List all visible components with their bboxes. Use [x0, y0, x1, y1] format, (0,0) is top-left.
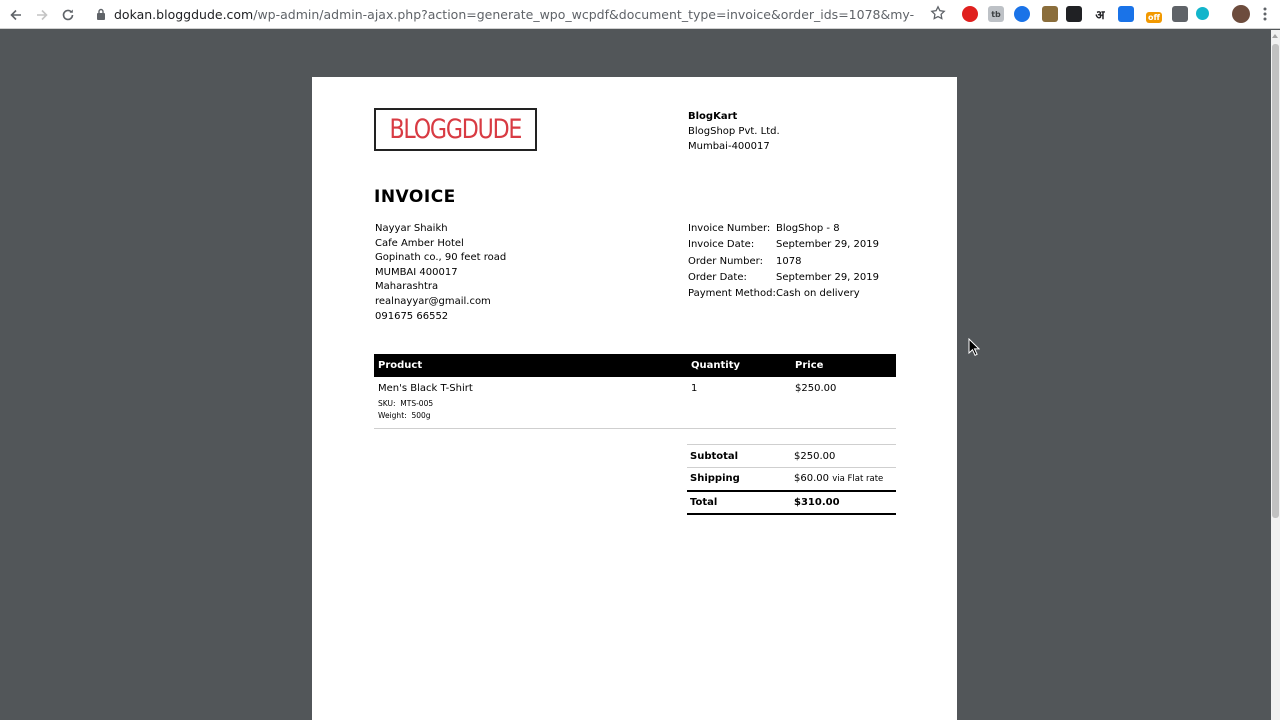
dropper-icon[interactable]: [1042, 6, 1058, 22]
billing-city: MUMBAI 400017: [375, 266, 458, 278]
browser-toolbar: dokan.bloggdude.com/wp-admin/admin-ajax.…: [0, 0, 1280, 29]
table-row: Men's Black T-Shirt SKU: MTS-005 Weight:…: [374, 377, 896, 429]
billing-company: Cafe Amber Hotel: [375, 237, 464, 249]
table-header-row: Product Quantity Price: [374, 354, 896, 377]
shop-name: BlogKart: [688, 111, 738, 122]
total-row: Total $310.00: [687, 489, 896, 515]
shipping-method: via Flat rate: [832, 474, 884, 485]
subtotal-row: Subtotal $250.00: [687, 444, 896, 468]
product-column-header: Product: [374, 354, 687, 377]
meta-value: September 29, 2019: [776, 271, 879, 283]
shipping-amount: $60.00: [794, 473, 829, 485]
bookmark-star-icon[interactable]: [930, 5, 946, 21]
payment-method-row: Payment Method: Cash on delivery: [688, 288, 879, 304]
item-meta: SKU: MTS-005 Weight: 500g: [378, 398, 683, 421]
flag-icon[interactable]: [1066, 6, 1082, 22]
billing-state: Maharashtra: [375, 281, 439, 293]
order-data: Invoice Number: BlogShop - 8 Invoice Date…: [688, 223, 879, 304]
tb-icon[interactable]: tb: [988, 6, 1004, 22]
address-bar[interactable]: dokan.bloggdude.com/wp-admin/admin-ajax.…: [86, 3, 952, 26]
page-scrollbar[interactable]: [1271, 30, 1280, 720]
document-title: INVOICE: [374, 187, 456, 207]
quantity-cell: 1: [687, 377, 791, 429]
globe-icon[interactable]: [1014, 6, 1030, 22]
total-value: $310.00: [791, 489, 896, 515]
scroll-up-arrow-icon[interactable]: [1272, 34, 1278, 38]
meta-label: Invoice Date:: [688, 239, 755, 251]
billing-name: Nayyar Shaikh: [375, 223, 448, 234]
billing-address: Nayyar Shaikh Cafe Amber Hotel Gopinath …: [375, 222, 506, 324]
sku-label: SKU:: [378, 399, 396, 408]
shipping-row: Shipping $60.00 via Flat rate: [687, 467, 896, 491]
reload-button[interactable]: [58, 5, 78, 25]
weight-label: Weight:: [378, 410, 407, 420]
menu-kebab-icon[interactable]: [1262, 6, 1268, 22]
product-cell: Men's Black T-Shirt SKU: MTS-005 Weight:…: [374, 377, 687, 429]
subtotal-label: Subtotal: [687, 444, 791, 468]
profile-avatar[interactable]: [1232, 5, 1250, 23]
totals-table: Subtotal $250.00 Shipping $60.00 via Fla…: [687, 444, 896, 515]
meta-value: September 29, 2019: [776, 239, 879, 251]
reload-icon: [62, 9, 74, 21]
invoice-page: BLOGGDUDE BlogKart BlogShop Pvt. Ltd. Mu…: [312, 77, 957, 720]
order-items-table: Product Quantity Price Men's Black T-Shi…: [374, 354, 896, 429]
shipping-label: Shipping: [687, 467, 791, 491]
hindi-icon[interactable]: अ: [1092, 6, 1108, 22]
total-label: Total: [687, 489, 791, 515]
logo-text: BLOGGDUDE: [389, 114, 523, 145]
off-icon[interactable]: off: [1146, 12, 1162, 23]
meta-label: Order Number:: [688, 255, 763, 267]
back-button[interactable]: [6, 5, 26, 25]
lock-icon: [97, 8, 105, 20]
url-text: dokan.bloggdude.com/wp-admin/admin-ajax.…: [114, 7, 914, 22]
sku-line: SKU: MTS-005: [378, 398, 683, 410]
meta-value: 1078: [776, 255, 802, 267]
scroll-thumb[interactable]: [1272, 44, 1279, 518]
forward-button[interactable]: [32, 5, 52, 25]
teal-icon[interactable]: [1196, 7, 1209, 20]
opera-icon[interactable]: [962, 6, 978, 22]
price-cell: $250.00: [791, 377, 896, 429]
back-arrow-icon: [10, 9, 21, 21]
meta-value: Cash on delivery: [776, 288, 860, 300]
meta-label: Invoice Number:: [688, 223, 771, 234]
weight-line: Weight: 500g: [378, 410, 683, 422]
meta-label: Payment Method:: [688, 288, 776, 300]
meta-value: BlogShop - 8: [776, 223, 840, 234]
order-number-row: Order Number: 1078: [688, 256, 879, 272]
product-name: Men's Black T-Shirt: [378, 383, 473, 394]
subtotal-value: $250.00: [791, 444, 896, 468]
invoice-date-row: Invoice Date: September 29, 2019: [688, 239, 879, 255]
billing-email: realnayyar@gmail.com: [375, 295, 491, 307]
mouse-cursor-icon: [968, 338, 980, 356]
sku-value: MTS-005: [400, 399, 434, 408]
shipping-value: $60.00 via Flat rate: [791, 467, 896, 491]
shop-logo: BLOGGDUDE: [374, 108, 537, 151]
billing-phone: 091675 66552: [375, 310, 449, 322]
weight-value: 500g: [411, 410, 431, 420]
shop-city: Mumbai-400017: [688, 141, 770, 152]
price-column-header: Price: [791, 354, 896, 377]
invoice-number-row: Invoice Number: BlogShop - 8: [688, 223, 879, 239]
billing-street: Gopinath co., 90 feet road: [375, 252, 507, 264]
meta-label: Order Date:: [688, 271, 747, 283]
download-icon[interactable]: [1118, 6, 1134, 22]
screen-icon[interactable]: [1172, 6, 1188, 22]
forward-arrow-icon: [37, 9, 48, 21]
shop-address: BlogKart BlogShop Pvt. Ltd. Mumbai-40001…: [688, 109, 780, 154]
shop-company: BlogShop Pvt. Ltd.: [688, 126, 780, 137]
quantity-column-header: Quantity: [687, 354, 791, 377]
order-date-row: Order Date: September 29, 2019: [688, 272, 879, 288]
